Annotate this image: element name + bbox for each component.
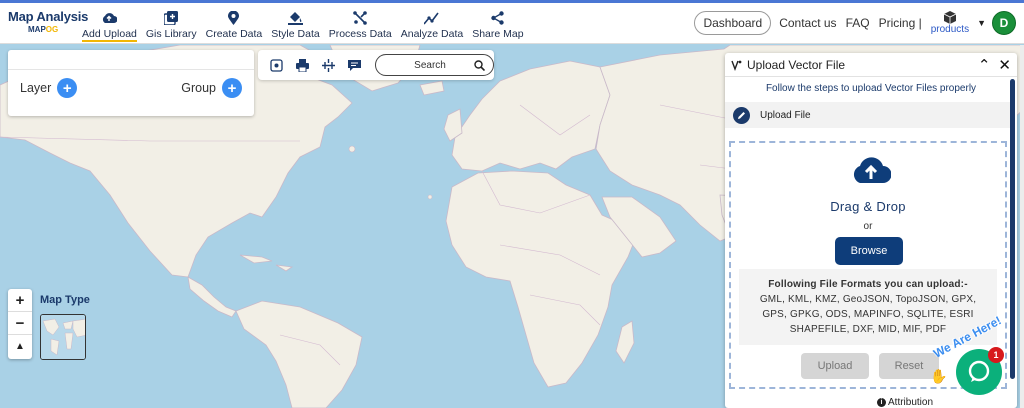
- close-icon[interactable]: ✕: [998, 56, 1011, 74]
- nav-style-data[interactable]: Style Data: [271, 10, 320, 42]
- vector-icon: [731, 60, 742, 71]
- attribution-label: Attribution: [888, 396, 934, 408]
- info-icon: i: [877, 397, 886, 407]
- formats-title: Following File Formats you can upload:-: [768, 279, 968, 290]
- add-group-button[interactable]: Group +: [181, 78, 242, 98]
- zoom-out-button[interactable]: −: [8, 312, 32, 335]
- comment-button[interactable]: [341, 53, 367, 77]
- cube-icon: [943, 11, 956, 24]
- process-icon: [353, 10, 368, 25]
- panel-scrollbar[interactable]: [1010, 79, 1015, 379]
- upload-file-step-label: Upload File: [760, 109, 811, 121]
- cloud-upload-icon: [854, 157, 891, 183]
- browse-button[interactable]: Browse: [835, 237, 903, 265]
- print-button[interactable]: [290, 53, 316, 77]
- nav-gis-library[interactable]: Gis Library: [146, 10, 197, 42]
- brand-subtitle: MAPOG: [28, 25, 59, 34]
- zoom-controls: + − ▲: [8, 289, 32, 359]
- file-drop-zone[interactable]: Drag & Drop or Browse Following File For…: [729, 141, 1007, 389]
- brand-title: Map Analysis: [8, 9, 89, 24]
- nav-process-data[interactable]: Process Data: [329, 10, 392, 42]
- map-type-thumbnail[interactable]: [40, 314, 86, 360]
- locate-button[interactable]: [264, 53, 290, 77]
- layer-panel: Layer + Group +: [8, 50, 254, 116]
- nav-share-map[interactable]: Share Map: [472, 10, 524, 42]
- print-icon: [296, 58, 310, 72]
- map-type-label: Map Type: [40, 294, 90, 306]
- search-icon[interactable]: [474, 59, 486, 71]
- measure-icon: [321, 58, 335, 72]
- upload-panel-title: Upload Vector File: [747, 57, 846, 72]
- pricing-link[interactable]: Pricing |: [879, 16, 922, 30]
- attribution-button[interactable]: i Attribution: [873, 396, 938, 408]
- layer-panel-header: [8, 50, 254, 70]
- page-scrollbar[interactable]: [1020, 45, 1024, 408]
- upload-panel-header: Upload Vector File ⌃ ✕: [725, 53, 1017, 77]
- upload-panel-subtitle: Follow the steps to upload Vector Files …: [765, 83, 977, 94]
- layer-label: Layer: [20, 81, 52, 95]
- measure-button[interactable]: [316, 53, 342, 77]
- reset-north-button[interactable]: ▲: [8, 335, 32, 358]
- comment-icon: [347, 59, 361, 71]
- paint-bucket-icon: [287, 10, 303, 25]
- chat-bubble-icon: [968, 360, 990, 382]
- collapse-chevron-icon[interactable]: ⌃: [978, 56, 991, 74]
- formats-line: GPS, GPKG, ODS, MAPINFO, SQLITE, ESRI: [762, 309, 974, 320]
- plus-icon: +: [222, 78, 242, 98]
- drag-drop-title: Drag & Drop: [830, 199, 906, 214]
- add-layer-button[interactable]: Layer +: [20, 78, 78, 98]
- chevron-down-icon[interactable]: ▼: [977, 18, 986, 28]
- nav-create-data[interactable]: Create Data: [206, 10, 262, 42]
- upload-file-step[interactable]: Upload File: [725, 102, 1011, 128]
- top-navbar: Map Analysis MAPOG Add Upload Gis Librar…: [0, 0, 1024, 44]
- faq-link[interactable]: FAQ: [846, 16, 870, 30]
- contact-link[interactable]: Contact us: [779, 16, 836, 30]
- right-nav: Dashboard Contact us FAQ Pricing | produ…: [694, 11, 1016, 35]
- upload-button[interactable]: Upload: [801, 353, 869, 379]
- or-text: or: [863, 221, 873, 232]
- nav-analyze-data[interactable]: Analyze Data: [401, 10, 463, 42]
- main-nav: Add Upload Gis Library Create Data Style…: [82, 10, 533, 42]
- share-icon: [491, 10, 505, 25]
- search-placeholder: Search: [414, 59, 446, 71]
- map-thumb-icon: [41, 315, 85, 359]
- map-toolbar: Search: [258, 50, 495, 80]
- pencil-icon: [733, 106, 750, 124]
- map-search-input[interactable]: Search: [375, 54, 495, 76]
- formats-line: GML, KML, KMZ, GeoJSON, TopoJSON, GPX,: [759, 294, 977, 305]
- products-menu[interactable]: products: [931, 11, 969, 35]
- zoom-in-button[interactable]: +: [8, 289, 32, 312]
- analyze-icon: [424, 10, 440, 25]
- crosshair-icon: [270, 58, 284, 72]
- waving-hand-icon: ✋: [930, 368, 948, 384]
- cloud-upload-icon: [101, 10, 118, 25]
- plus-icon: +: [57, 78, 78, 98]
- group-label: Group: [181, 81, 216, 95]
- chat-notification-badge: 1: [988, 347, 1004, 363]
- location-pin-icon: [228, 10, 240, 25]
- brand-logo[interactable]: Map Analysis MAPOG: [8, 9, 88, 34]
- user-avatar[interactable]: D: [992, 11, 1016, 35]
- nav-add-upload[interactable]: Add Upload: [82, 10, 137, 42]
- products-label: products: [930, 24, 970, 35]
- library-icon: [164, 10, 179, 25]
- dashboard-button[interactable]: Dashboard: [694, 11, 772, 35]
